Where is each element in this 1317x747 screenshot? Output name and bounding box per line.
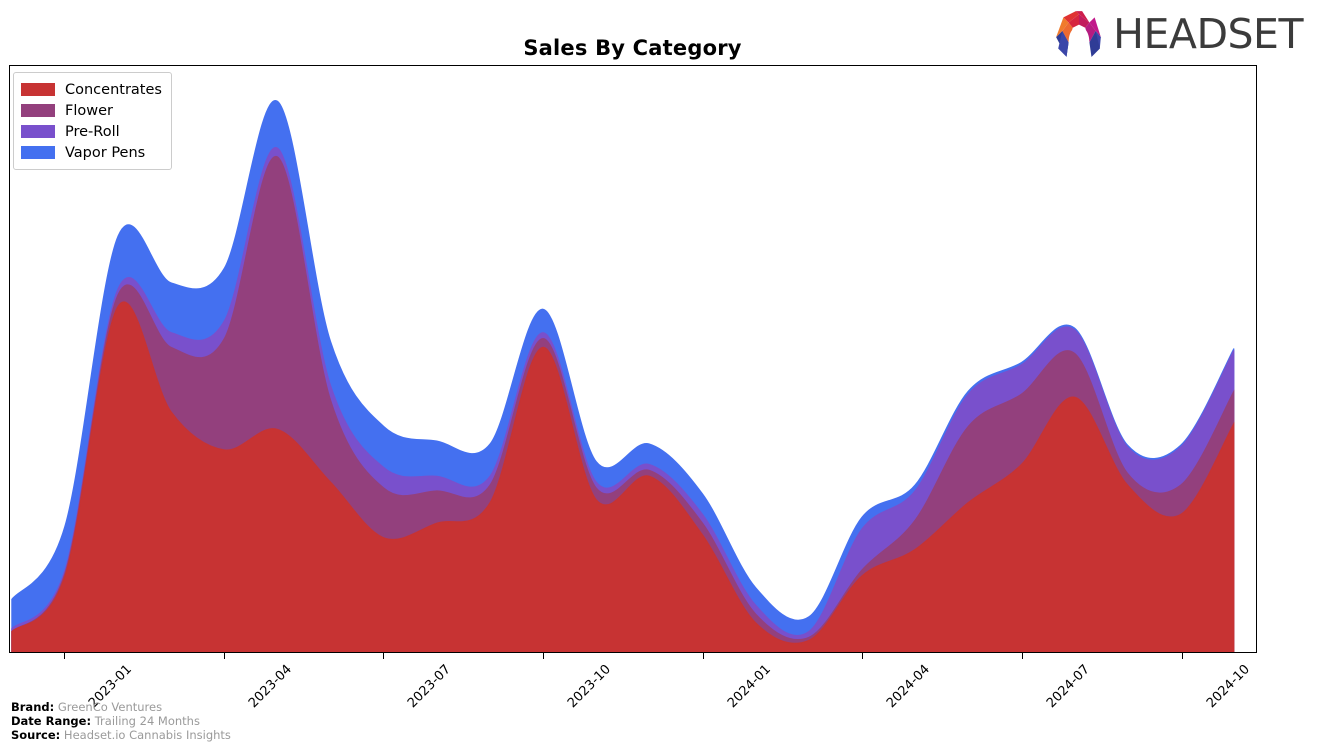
footer-row-source: Source: Headset.io Cannabis Insights bbox=[11, 728, 231, 742]
footer-value-source: Headset.io Cannabis Insights bbox=[63, 728, 231, 742]
legend-label-flower: Flower bbox=[65, 102, 113, 119]
x-axis-tick-label: 2023-04 bbox=[245, 662, 295, 712]
legend-swatch-vaporpens bbox=[21, 146, 55, 159]
x-axis-tick-label: 2024-07 bbox=[1043, 662, 1093, 712]
legend-swatch-flower bbox=[21, 104, 55, 117]
brand-logo-wordmark: HEADSET bbox=[1113, 9, 1303, 58]
footer: Brand: GreenCo Ventures Date Range: Trai… bbox=[11, 700, 231, 742]
footer-row-brand: Brand: GreenCo Ventures bbox=[11, 700, 231, 714]
legend-swatch-preroll bbox=[21, 125, 55, 138]
x-axis-tick bbox=[64, 653, 65, 659]
stacked-area-chart bbox=[11, 100, 1235, 652]
legend-swatch-concentrates bbox=[21, 83, 55, 96]
x-axis-tick-label: 2024-04 bbox=[884, 662, 934, 712]
footer-label-date-range: Date Range: bbox=[11, 714, 92, 728]
legend: Concentrates Flower Pre-Roll Vapor Pens bbox=[13, 72, 172, 170]
legend-label-preroll: Pre-Roll bbox=[65, 123, 120, 140]
legend-label-concentrates: Concentrates bbox=[65, 81, 162, 98]
footer-label-brand: Brand: bbox=[11, 700, 55, 714]
x-axis-tick bbox=[223, 653, 225, 659]
x-axis-tick-label: 2023-07 bbox=[405, 662, 455, 712]
brand-logo: HEADSET bbox=[1053, 9, 1303, 59]
footer-row-date-range: Date Range: Trailing 24 Months bbox=[11, 714, 231, 728]
x-axis-tick bbox=[1022, 653, 1023, 659]
area-layer-group bbox=[11, 100, 1235, 652]
legend-item[interactable]: Flower bbox=[21, 100, 162, 121]
legend-item[interactable]: Concentrates bbox=[21, 79, 162, 100]
x-axis-tick bbox=[862, 653, 864, 659]
x-axis: 2023-01 2023-04 2023-07 2023-10 2024-01 2024-… bbox=[9, 653, 1257, 711]
x-axis-tick bbox=[543, 653, 544, 659]
footer-value-brand: GreenCo Ventures bbox=[57, 700, 163, 714]
x-axis-tick-label: 2023-10 bbox=[564, 662, 614, 712]
footer-value-date-range: Trailing 24 Months bbox=[94, 714, 200, 728]
x-axis-tick bbox=[1181, 653, 1183, 659]
headset-arch-logo-icon bbox=[1056, 11, 1101, 57]
chart-page: Sales By Category HEADSET Concentrates F… bbox=[0, 0, 1317, 747]
plot-area bbox=[9, 65, 1257, 653]
footer-label-source: Source: bbox=[11, 728, 61, 742]
legend-item[interactable]: Pre-Roll bbox=[21, 121, 162, 142]
x-axis-tick bbox=[383, 653, 385, 659]
legend-label-vaporpens: Vapor Pens bbox=[65, 144, 146, 161]
x-axis-tick-label: 2024-01 bbox=[724, 662, 774, 712]
x-axis-tick-label: 2024-10 bbox=[1203, 662, 1253, 712]
x-axis-tick bbox=[702, 653, 704, 659]
legend-item[interactable]: Vapor Pens bbox=[21, 142, 162, 163]
